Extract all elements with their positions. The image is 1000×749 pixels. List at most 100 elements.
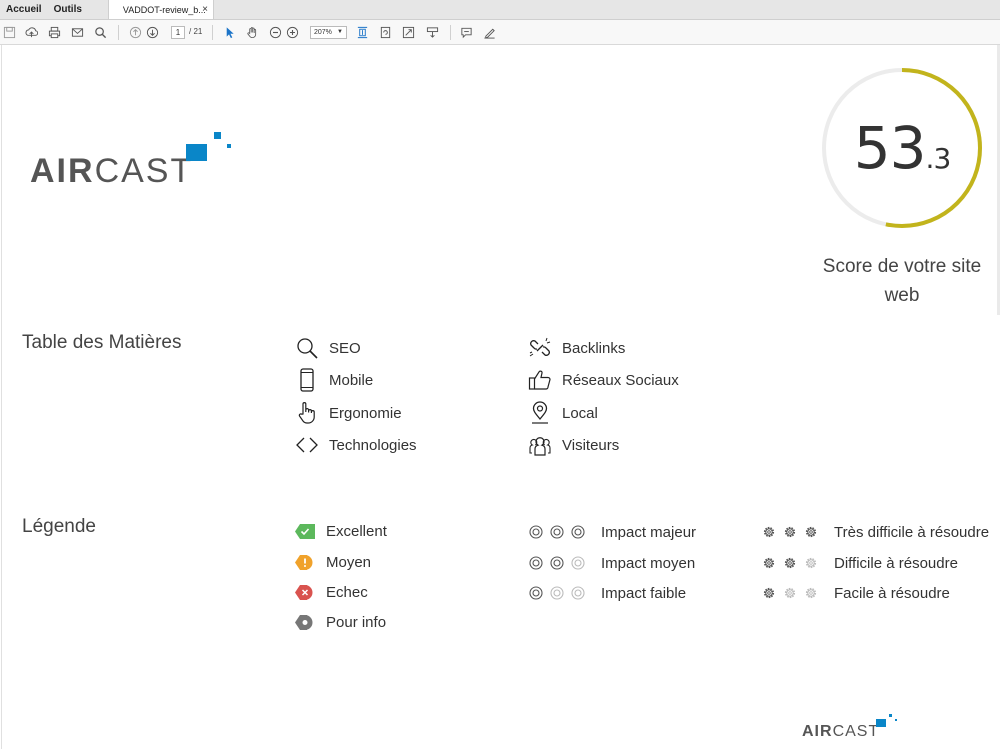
legend-label: Echec <box>326 583 368 601</box>
print-icon[interactable] <box>47 25 62 40</box>
toc-label: Local <box>562 404 598 422</box>
toc-item-visiteurs[interactable]: Visiteurs <box>527 431 619 459</box>
toc-item-technologies[interactable]: Technologies <box>294 431 417 459</box>
legend-facile: Facile à résoudre <box>761 583 950 603</box>
gear-icon-faded <box>803 555 819 571</box>
previous-page-icon[interactable] <box>128 25 143 40</box>
target-icon <box>570 524 586 540</box>
save-icon[interactable] <box>2 25 17 40</box>
gear-icon <box>782 555 798 571</box>
next-page-icon[interactable] <box>145 25 160 40</box>
score-value: 53.3 <box>820 114 984 182</box>
toc-title: Table des Matières <box>22 332 182 353</box>
hand-tool-icon[interactable] <box>245 25 260 40</box>
zoom-out-icon[interactable] <box>268 25 283 40</box>
target-icon-faded <box>549 585 565 601</box>
scroll-mode-icon[interactable] <box>425 25 440 40</box>
footer-logo-text-bold: AIR <box>802 723 833 740</box>
search-icon[interactable] <box>93 25 108 40</box>
toc-label: Mobile <box>329 371 374 389</box>
email-icon[interactable] <box>70 25 85 40</box>
gear-icon-faded <box>803 585 819 601</box>
comment-icon[interactable] <box>459 25 474 40</box>
gear-icon <box>761 585 777 601</box>
toc-item-reseaux-sociaux[interactable]: Réseaux Sociaux <box>527 366 679 394</box>
toc-label: Backlinks <box>562 339 626 357</box>
gear-icon-faded <box>782 585 798 601</box>
broken-link-icon <box>527 335 553 361</box>
legend-excellent: Excellent <box>295 521 387 541</box>
fullscreen-icon[interactable] <box>401 25 416 40</box>
cross-badge-icon <box>295 584 315 600</box>
legend-impact-moyen: Impact moyen <box>528 553 695 573</box>
tab-accueil[interactable]: Accueil <box>0 0 48 19</box>
highlight-pen-icon[interactable] <box>482 25 497 40</box>
target-icon <box>549 524 565 540</box>
toc-item-local[interactable]: Local <box>527 399 598 427</box>
legend-moyen: Moyen <box>295 552 371 572</box>
target-icon <box>528 555 544 571</box>
mobile-phone-icon <box>294 367 320 393</box>
toc-label: Technologies <box>329 436 417 454</box>
impact-icons <box>528 524 591 540</box>
target-icon <box>528 524 544 540</box>
gear-icon <box>803 524 819 540</box>
toc-item-backlinks[interactable]: Backlinks <box>527 334 625 362</box>
toc-item-ergonomie[interactable]: Ergonomie <box>294 399 402 427</box>
close-icon[interactable]: × <box>202 4 208 15</box>
dot-badge-icon <box>295 614 315 630</box>
cloud-upload-icon[interactable] <box>24 25 39 40</box>
toc-label: Ergonomie <box>329 404 402 422</box>
gear-icon <box>761 524 777 540</box>
select-cursor-icon[interactable] <box>222 25 237 40</box>
target-icon-faded <box>570 585 586 601</box>
map-pin-icon <box>527 400 553 426</box>
legend-label: Moyen <box>326 553 372 571</box>
document-tab-label: VADDOT-review_b... <box>122 4 206 15</box>
score-caption: Score de votre site web <box>812 252 992 310</box>
zoom-value: 207% <box>314 29 332 36</box>
toc-label: Visiteurs <box>562 436 620 454</box>
legend-label: Facile à résoudre <box>834 584 950 602</box>
footer-logo-text-light: CAST <box>832 723 880 740</box>
toolbar: 1 / 21 207% ▼ <box>0 20 1000 45</box>
legend-impact-majeur: Impact majeur <box>528 522 696 542</box>
code-brackets-icon <box>294 432 320 458</box>
tab-document[interactable]: VADDOT-review_b... × <box>107 0 214 19</box>
zoom-select[interactable]: 207% ▼ <box>310 26 347 39</box>
footer-aircast-logo: AIRCAST <box>802 713 902 743</box>
app-tab-bar: Accueil Outils VADDOT-review_b... × <box>0 0 1000 20</box>
magnifier-icon <box>294 335 320 361</box>
users-icon <box>527 432 553 458</box>
page-number-input[interactable]: 1 <box>171 26 185 39</box>
legend-label: Excellent <box>326 522 387 540</box>
pointer-hand-icon <box>294 400 320 426</box>
target-icon <box>549 555 565 571</box>
legend-label: Impact majeur <box>601 523 697 541</box>
toc-label: SEO <box>329 339 361 357</box>
difficulty-icons <box>761 555 824 571</box>
check-badge-icon <box>295 523 315 539</box>
logo-text-light: CAST <box>94 152 194 190</box>
impact-icons <box>528 585 591 601</box>
chevron-down-icon: ▼ <box>337 29 343 35</box>
legend-impact-faible: Impact faible <box>528 583 686 603</box>
toc-item-seo[interactable]: SEO <box>294 334 361 362</box>
legend-label: Très difficile à résoudre <box>834 523 990 541</box>
legend-label: Difficile à résoudre <box>834 554 958 572</box>
score-caption-line-2: web <box>884 285 920 306</box>
fit-page-icon[interactable] <box>355 25 370 40</box>
legend-difficile: Difficile à résoudre <box>761 553 958 573</box>
aircast-logo: AIRCAST <box>30 130 240 190</box>
tab-outils[interactable]: Outils <box>48 0 88 19</box>
page-total: / 21 <box>189 27 203 36</box>
difficulty-icons <box>761 585 824 601</box>
zoom-in-icon[interactable] <box>285 25 300 40</box>
legend-label: Pour info <box>326 613 387 631</box>
logo-text-bold: AIR <box>30 152 95 190</box>
legend-pour-info: Pour info <box>295 612 386 632</box>
exclamation-badge-icon <box>295 554 315 570</box>
target-icon <box>528 585 544 601</box>
rotate-page-icon[interactable] <box>378 25 393 40</box>
toc-item-mobile[interactable]: Mobile <box>294 366 373 394</box>
